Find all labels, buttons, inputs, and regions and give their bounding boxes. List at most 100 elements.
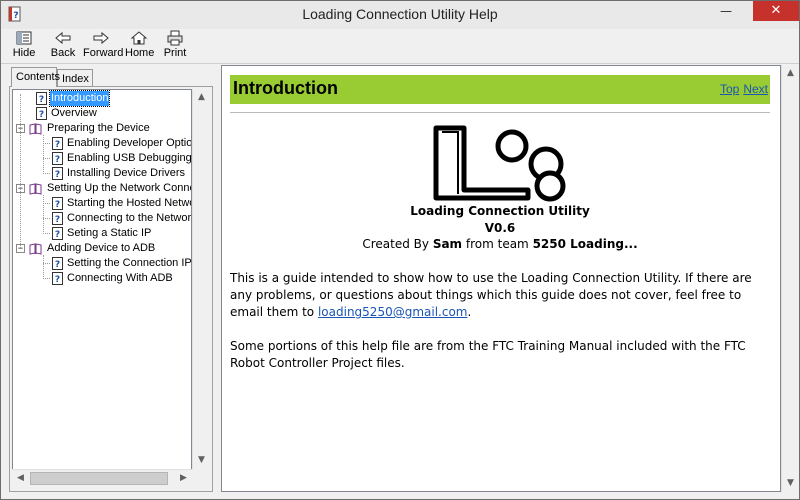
open-book-icon xyxy=(29,243,42,255)
forward-button[interactable]: Forward xyxy=(83,29,123,63)
minimize-button[interactable]: — xyxy=(713,1,739,21)
tree-item[interactable]: ? Starting the Hosted Network xyxy=(13,196,192,211)
home-button[interactable]: Home xyxy=(125,29,155,63)
intro-paragraph: This is a guide intended to show how to … xyxy=(230,270,770,321)
tree-item[interactable]: −Setting Up the Network Connectio xyxy=(13,181,191,196)
tree-item-label: Starting the Hosted Network xyxy=(67,197,192,209)
back-button[interactable]: Back xyxy=(47,29,79,63)
tree-item[interactable]: − Adding Device to ADB xyxy=(13,241,191,256)
tree-item-label: Installing Device Drivers xyxy=(67,167,185,179)
print-label: Print xyxy=(163,47,187,59)
tree-connector xyxy=(20,94,21,248)
help-page-icon: ? xyxy=(52,197,63,210)
svg-text:?: ? xyxy=(55,170,60,180)
svg-text:?: ? xyxy=(55,155,60,165)
help-page-icon: ? xyxy=(36,107,47,120)
svg-text:?: ? xyxy=(39,95,44,105)
tree-horizontal-scrollbar[interactable]: ◀ ▶ xyxy=(12,469,192,487)
home-icon xyxy=(130,31,148,45)
content-scroll-down-arrow-icon[interactable]: ▼ xyxy=(782,475,799,492)
help-page-icon: ? xyxy=(52,257,63,270)
tree-item-label: Setting Up the Network Connectio xyxy=(47,182,191,194)
tree-vertical-scrollbar[interactable]: ▲ ▼ xyxy=(192,89,210,469)
title-bar: ? Loading Connection Utility Help — ✕ xyxy=(1,1,799,30)
tree-item[interactable]: − Preparing the Device xyxy=(13,121,191,136)
tree-item-label: Enabling USB Debugging xyxy=(67,152,192,164)
header-divider xyxy=(230,112,770,113)
source-paragraph: Some portions of this help file are from… xyxy=(230,339,746,370)
close-button[interactable]: ✕ xyxy=(753,1,799,21)
tree-item[interactable]: ? Seting a Static IP xyxy=(13,226,191,241)
tab-contents[interactable]: Contents xyxy=(11,67,60,87)
forward-arrow-icon xyxy=(93,31,109,45)
tree-item[interactable]: ? Connecting With ADB xyxy=(13,271,191,286)
tree-item-label: Adding Device to ADB xyxy=(47,242,156,254)
tree-connector xyxy=(43,173,50,174)
tree-item-label: Introduction xyxy=(48,90,111,107)
tree-item-label: Connecting With ADB xyxy=(67,272,173,284)
content-scroll-up-arrow-icon[interactable]: ▲ xyxy=(782,65,799,82)
help-page-icon: ? xyxy=(52,137,63,150)
tree-connector xyxy=(43,135,44,174)
home-label: Home xyxy=(125,47,155,59)
back-arrow-icon xyxy=(55,31,71,45)
tree-connector xyxy=(43,158,50,159)
topic-nav-links: Top Next xyxy=(716,82,768,96)
next-link[interactable]: Next xyxy=(743,82,768,96)
open-book-icon xyxy=(29,123,42,135)
navigation-pane: Contents Index ? Introduction? Overview − Pr… xyxy=(5,65,216,494)
topic-header: Introduction Top Next xyxy=(230,75,770,104)
open-book-icon xyxy=(29,183,42,195)
tree-item[interactable]: ? Installing Device Drivers xyxy=(13,166,191,181)
app-version: V0.6 xyxy=(484,221,516,235)
tree-item[interactable]: ? Setting the Connection IP xyxy=(13,256,191,271)
hide-button[interactable]: Hide xyxy=(9,29,39,63)
credit-author: Sam xyxy=(432,237,463,251)
contents-tree[interactable]: ? Introduction? Overview − Preparing the Dev… xyxy=(12,89,192,477)
credit-prefix: Created By xyxy=(362,237,433,251)
tree-item[interactable]: ? Overview xyxy=(13,106,191,121)
svg-text:?: ? xyxy=(55,140,60,150)
hide-icon xyxy=(16,31,32,45)
credit-team: 5250 Loading... xyxy=(532,237,638,251)
tree-item-label: Enabling Developer Options xyxy=(67,137,192,149)
topic-title: Introduction xyxy=(233,78,338,98)
svg-text:?: ? xyxy=(39,110,44,120)
tree-item[interactable]: ? Enabling USB Debugging xyxy=(13,151,192,166)
scroll-left-arrow-icon[interactable]: ◀ xyxy=(12,470,29,487)
scroll-up-arrow-icon[interactable]: ▲ xyxy=(193,89,210,106)
tree-connector xyxy=(43,263,50,264)
scroll-right-arrow-icon[interactable]: ▶ xyxy=(175,470,192,487)
email-link[interactable]: loading5250@gmail.com xyxy=(318,305,468,319)
help-page-icon: ? xyxy=(52,272,63,285)
tree-connector xyxy=(43,255,44,279)
credit-mid: from team xyxy=(462,237,533,251)
window-title: Loading Connection Utility Help xyxy=(302,6,498,22)
tree-connector xyxy=(43,203,50,204)
toolbar: Hide Back Forward Home Print xyxy=(1,29,799,64)
tree-item[interactable]: ? Introduction xyxy=(13,90,191,107)
scroll-down-arrow-icon[interactable]: ▼ xyxy=(193,452,210,469)
tree-item[interactable]: ? Enabling Developer Options xyxy=(13,136,192,151)
help-page-icon: ? xyxy=(52,167,63,180)
top-link[interactable]: Top xyxy=(720,82,739,96)
print-button[interactable]: Print xyxy=(161,29,189,63)
printer-icon xyxy=(167,30,183,46)
tree-item-label: Seting a Static IP xyxy=(67,227,152,239)
nav-tabs: Contents Index xyxy=(5,67,216,89)
intro-text: This is a guide intended to show how to … xyxy=(230,271,752,319)
tab-index[interactable]: Index xyxy=(57,69,93,87)
loading-logo xyxy=(433,125,566,202)
help-page-icon: ? xyxy=(52,212,63,225)
tree-item-label: Overview xyxy=(51,107,97,119)
help-window: ? Loading Connection Utility Help — ✕ Hi… xyxy=(0,0,800,500)
help-page-icon: ? xyxy=(52,227,63,240)
horizontal-scroll-thumb[interactable] xyxy=(30,472,168,485)
content-vertical-scrollbar[interactable]: ▲ ▼ xyxy=(781,65,799,492)
app-name: Loading Connection Utility xyxy=(410,204,590,218)
tree-connector xyxy=(43,233,50,234)
tree-connector xyxy=(43,195,44,234)
tree-item-label: Connecting to the Network xyxy=(67,212,192,224)
help-page-icon: ? xyxy=(52,152,63,165)
tree-item[interactable]: ? Connecting to the Network xyxy=(13,211,192,226)
